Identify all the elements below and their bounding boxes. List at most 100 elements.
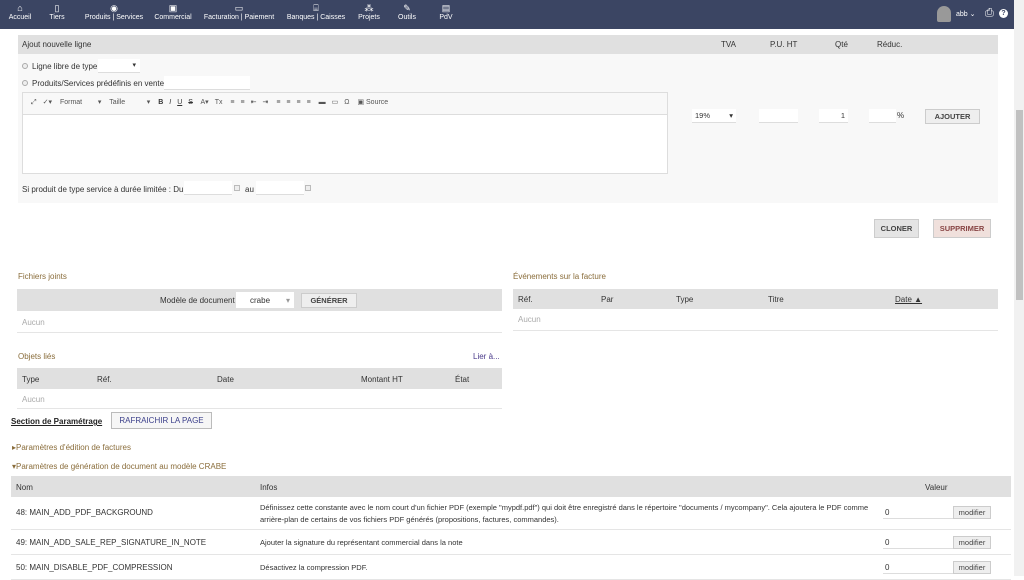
group-edit-toggle[interactable]: ▸Paramètres d'édition de factures [12, 443, 131, 452]
col-reduc: Réduc. [877, 40, 903, 49]
user-name: abb [956, 11, 968, 18]
date-start-input[interactable] [184, 181, 232, 195]
justify-icon[interactable]: ≡ [307, 99, 311, 106]
params-section-title: Section de Paramétrage [11, 417, 103, 426]
param-name: 50: MAIN_DISABLE_PDF_COMPRESSION [16, 563, 173, 572]
clone-button[interactable]: CLONER [874, 219, 919, 238]
unit-price-input[interactable] [759, 109, 798, 123]
discount-input[interactable] [869, 109, 896, 123]
cube-icon: ◉ [110, 3, 118, 13]
col-ref: Réf. [97, 375, 112, 384]
align-center-icon[interactable]: ≡ [286, 99, 290, 106]
nav-banques[interactable]: ⌸ Banques | Caisses [284, 2, 348, 21]
bold-icon[interactable]: B [158, 99, 163, 106]
text-color-icon[interactable]: A▾ [201, 99, 209, 106]
calendar-icon[interactable] [305, 185, 311, 191]
printer-icon[interactable]: ⎙ [985, 7, 994, 20]
nav-projets[interactable]: ⁂ Projets [356, 2, 382, 21]
size-label: Taille [109, 99, 126, 106]
italic-icon[interactable]: I [169, 99, 171, 106]
col-valeur: Valeur [925, 483, 948, 492]
format-label: Format [59, 99, 83, 106]
nav-label: PdV [439, 14, 453, 21]
param-value-input[interactable]: 0 [883, 535, 953, 549]
numbered-list-icon[interactable]: ≡ [230, 99, 234, 106]
strike-icon[interactable]: S [188, 99, 193, 106]
qty-input[interactable]: 1 [819, 109, 848, 123]
modify-button[interactable]: modifier [953, 561, 991, 574]
nav-commercial[interactable]: ▣ Commercial [152, 2, 194, 21]
param-info: Définissez cette constante avec le nom c… [260, 503, 869, 524]
col-date-sort[interactable]: Date ▲ [895, 295, 922, 304]
param-name: 48: MAIN_ADD_PDF_BACKGROUND [16, 508, 153, 517]
add-line-header [18, 35, 998, 54]
tva-select[interactable]: 19% ▾ [692, 109, 736, 123]
spellcheck-icon[interactable]: ✓▾ [43, 99, 52, 106]
align-right-icon[interactable]: ≡ [297, 99, 301, 106]
free-line-type-select[interactable]: ▾ [98, 59, 140, 73]
link-icon[interactable]: ▬ [319, 99, 326, 106]
col-par: Par [601, 295, 614, 304]
events-title: Événements sur la facture [513, 272, 606, 281]
linked-empty: Aucun [17, 389, 502, 409]
modify-button[interactable]: modifier [953, 506, 991, 519]
delete-button[interactable]: SUPPRIMER [933, 219, 991, 238]
add-button[interactable]: AJOUTER [925, 109, 980, 124]
group-label: Paramètres de génération de document au … [16, 462, 227, 471]
nav-produits[interactable]: ◉ Produits | Services [82, 2, 146, 21]
col-qty: Qté [835, 40, 848, 49]
nav-label: Facturation | Paiement [203, 14, 275, 21]
calendar-icon[interactable] [234, 185, 240, 191]
remove-format-icon[interactable]: Tx [215, 99, 223, 106]
param-value-input[interactable]: 0 [883, 560, 953, 574]
nav-label: Tiers [49, 14, 65, 21]
bullet-list-icon[interactable]: ≡ [241, 99, 245, 106]
source-button[interactable]: ▣ Source [357, 99, 394, 106]
col-date: Date [217, 375, 234, 384]
predefined-radio[interactable] [22, 80, 28, 86]
param-info: Désactivez la compression PDF. [260, 563, 368, 572]
link-to-button[interactable]: Lier à... [473, 352, 500, 361]
format-select[interactable]: Format ▾ [60, 99, 101, 106]
unlink-icon[interactable]: ▭ [332, 99, 339, 106]
align-left-icon[interactable]: ≡ [276, 99, 280, 106]
date-to-label: au [245, 185, 254, 194]
user-menu[interactable]: abb ⌄ [956, 10, 976, 18]
files-empty: Aucun [17, 311, 502, 333]
model-select[interactable]: crabe ▾ [236, 292, 294, 308]
generate-button[interactable]: GÉNÉRER [301, 293, 357, 308]
underline-icon[interactable]: U [177, 99, 182, 106]
size-select[interactable]: Taille ▾ [109, 99, 150, 106]
nav-label: Projets [358, 14, 380, 21]
avatar[interactable] [937, 6, 951, 22]
nav-facturation[interactable]: ▭ Facturation | Paiement [200, 2, 278, 21]
product-search-input[interactable] [164, 76, 250, 90]
free-line-radio[interactable] [22, 63, 28, 69]
free-line-label: Ligne libre de type [32, 62, 98, 71]
date-end-input[interactable] [256, 181, 304, 195]
nav-pdv[interactable]: ▤ PdV [438, 2, 454, 21]
events-empty: Aucun [513, 309, 998, 331]
nav-label: Accueil [8, 14, 32, 21]
nav-outils[interactable]: ✎ Outils [396, 2, 418, 21]
model-value: crabe [250, 296, 271, 305]
model-label: Modèle de document [160, 296, 235, 305]
sitemap-icon: ⁂ [364, 3, 374, 13]
service-period-label: Si produit de type service à durée limit… [22, 185, 184, 194]
special-char-icon[interactable]: Ω [344, 99, 349, 106]
modify-button[interactable]: modifier [953, 536, 991, 549]
refresh-button[interactable]: RAFRAICHIR LA PAGE [111, 412, 212, 429]
group-crabe-toggle[interactable]: ▾Paramètres de génération de document au… [12, 462, 226, 471]
nav-tiers[interactable]: ▯ Tiers [47, 2, 67, 21]
param-value-input[interactable]: 0 [883, 505, 953, 519]
scrollbar-thumb[interactable] [1016, 110, 1023, 300]
help-icon[interactable]: ? [999, 9, 1008, 18]
maximize-icon[interactable]: ⤢ [31, 99, 37, 106]
outdent-icon[interactable]: ⇤ [251, 99, 257, 106]
briefcase-icon: ▣ [168, 3, 178, 13]
editor-toolbar: ⤢ ✓▾ Format ▾ Taille ▾ BIUS A▾ Tx ≡ ≡ ⇤ ⇥ ≡ ≡ ≡… [23, 93, 667, 115]
linked-title: Objets liés [18, 352, 56, 361]
col-tva: TVA [721, 40, 736, 49]
nav-accueil[interactable]: ⌂ Accueil [8, 2, 32, 21]
indent-icon[interactable]: ⇥ [262, 99, 268, 106]
